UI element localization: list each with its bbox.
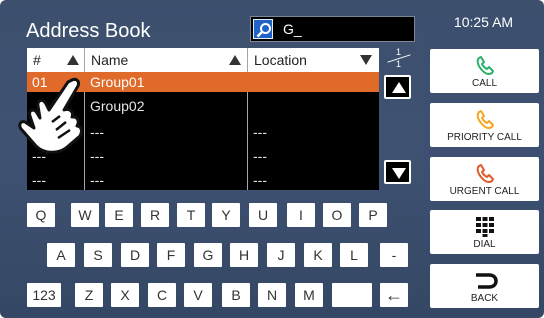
row-name: Group01 [90, 74, 145, 90]
key-m[interactable]: M [295, 283, 323, 307]
row-location: --- [253, 124, 267, 140]
back-button[interactable]: BACK [430, 264, 539, 308]
address-book-panel: Address Book G_ # Name Location 01 Group… [0, 0, 423, 318]
arrow-down-icon [392, 168, 406, 179]
sort-ascending-icon [67, 55, 79, 65]
key-v[interactable]: V [184, 283, 212, 307]
key-j[interactable]: J [267, 243, 295, 267]
key-123[interactable]: 123 [27, 283, 61, 307]
call-label: CALL [471, 78, 497, 89]
key-l[interactable]: L [340, 243, 368, 267]
page-title: Address Book [26, 20, 151, 42]
search-button[interactable] [253, 19, 273, 39]
key-hyphen[interactable]: - [380, 243, 408, 267]
row-name: --- [90, 148, 104, 164]
key-g[interactable]: G [194, 243, 222, 267]
key-y[interactable]: Y [212, 203, 240, 227]
row-location: --- [253, 148, 267, 164]
dial-label: DIAL [473, 239, 496, 250]
column-divider [84, 48, 85, 190]
urgent-call-label: URGENT CALL [449, 186, 520, 197]
key-i[interactable]: I [287, 203, 315, 227]
key-p[interactable]: P [359, 203, 387, 227]
column-header-name[interactable]: Name [85, 48, 247, 72]
call-button[interactable]: CALL [430, 49, 539, 93]
phone-icon [476, 56, 494, 75]
key-q[interactable]: Q [27, 203, 55, 227]
search-field[interactable]: G_ [250, 16, 415, 42]
key-h[interactable]: H [230, 243, 258, 267]
page-total: 1 [396, 59, 402, 69]
key-s[interactable]: S [84, 243, 112, 267]
search-input[interactable]: G_ [283, 21, 302, 37]
key-k[interactable]: K [304, 243, 332, 267]
row-name: Group02 [90, 98, 145, 114]
key-f[interactable]: F [157, 243, 185, 267]
key-o[interactable]: O [323, 203, 351, 227]
urgent-call-button[interactable]: URGENT CALL [430, 157, 539, 201]
row-name: --- [90, 172, 104, 188]
phone-icon [476, 164, 494, 183]
column-header-location[interactable]: Location [248, 48, 379, 72]
page-indicator: 1 1 [383, 47, 413, 70]
scroll-up-button[interactable] [384, 75, 411, 99]
arrow-up-icon [392, 82, 406, 93]
clock: 10:25 AM [453, 14, 514, 30]
priority-call-button[interactable]: PRIORITY CALL [430, 103, 539, 147]
back-label: BACK [470, 293, 499, 304]
dialpad-icon [476, 217, 494, 237]
row-location: --- [253, 172, 267, 188]
key-space[interactable] [332, 283, 372, 307]
key-u[interactable]: U [249, 203, 277, 227]
page-current: 1 [396, 47, 402, 57]
key-c[interactable]: C [148, 283, 176, 307]
touch-hand-icon [18, 77, 83, 154]
key-x[interactable]: X [111, 283, 139, 307]
column-header-number[interactable]: # [27, 48, 84, 72]
intercom-screen: Address Book G_ # Name Location 01 Group… [0, 0, 544, 318]
key-t[interactable]: T [177, 203, 205, 227]
sort-ascending-icon [229, 55, 241, 65]
phone-icon [476, 110, 494, 129]
call-panel: 10:25 AM CALL PRIORITY CALL URGENT CALL [423, 0, 544, 318]
column-divider [247, 48, 248, 190]
key-n[interactable]: N [258, 283, 286, 307]
search-icon [256, 23, 271, 38]
key-a[interactable]: A [47, 243, 75, 267]
scroll-down-button[interactable] [384, 160, 411, 184]
key-e[interactable]: E [105, 203, 133, 227]
key-w[interactable]: W [71, 203, 99, 227]
dial-button[interactable]: DIAL [430, 210, 539, 254]
priority-call-label: PRIORITY CALL [447, 132, 522, 143]
key-b[interactable]: B [222, 283, 250, 307]
row-name: --- [90, 124, 104, 140]
table-row[interactable]: --- --- --- [27, 170, 379, 190]
sort-descending-icon [360, 55, 372, 65]
key-d[interactable]: D [121, 243, 149, 267]
key-backspace[interactable]: ← [380, 283, 408, 307]
back-arrow-icon [476, 273, 498, 289]
key-r[interactable]: R [141, 203, 169, 227]
scroll-controls: 1 1 [383, 47, 413, 190]
key-z[interactable]: Z [75, 283, 103, 307]
row-number: --- [32, 172, 46, 188]
